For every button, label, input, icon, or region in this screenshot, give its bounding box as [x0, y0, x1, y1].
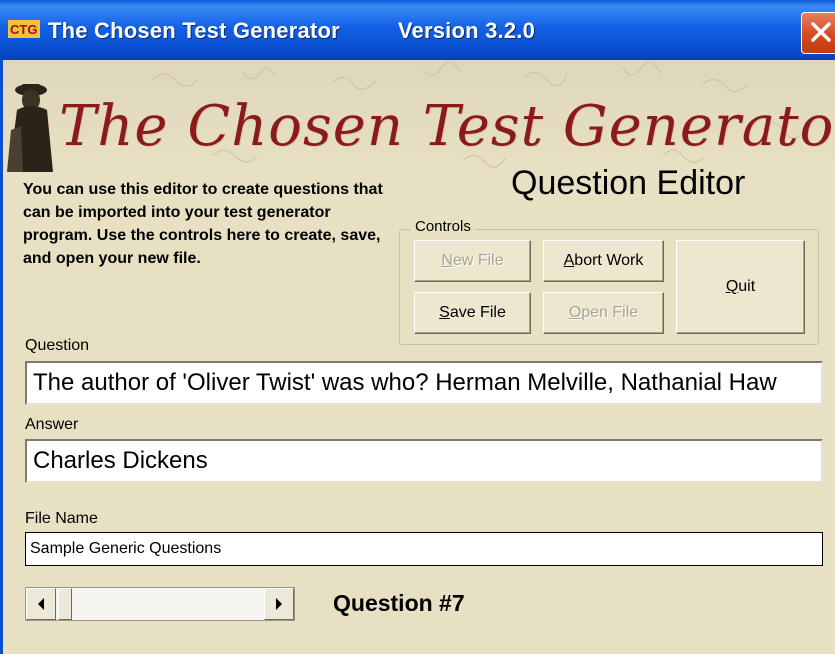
window-title-label: The Chosen Test Generator — [48, 18, 340, 43]
new-file-button[interactable]: New File — [414, 240, 531, 282]
scroll-thumb[interactable] — [58, 588, 72, 620]
close-icon — [811, 22, 831, 42]
abort-work-label-rest: bort Work — [574, 252, 644, 269]
controls-legend: Controls — [411, 218, 475, 235]
quit-label-rest: uit — [738, 278, 756, 295]
question-number: Question #7 — [333, 590, 465, 616]
save-file-label-rest: ave File — [449, 304, 506, 321]
quit-mnemonic: Q — [725, 278, 739, 295]
answer-input[interactable]: Charles Dickens — [25, 439, 823, 483]
question-scrollbar[interactable] — [25, 587, 295, 621]
abort-work-mnemonic: A — [563, 252, 575, 269]
editor-title: Question Editor — [511, 164, 746, 202]
quit-button[interactable]: Quit — [676, 240, 805, 334]
version-label: Version 3.2.0 — [397, 18, 535, 43]
client-area: The Chosen Test Generator You can use th… — [0, 60, 835, 654]
title-bar[interactable]: CTG The Chosen Test Generator Version 3.2… — [0, 0, 835, 60]
question-label: Question — [25, 337, 90, 354]
close-button[interactable] — [801, 12, 835, 54]
new-file-label-rest: ew File — [452, 252, 504, 269]
scroll-right-button[interactable] — [264, 588, 294, 620]
save-file-mnemonic: S — [439, 304, 450, 321]
app-window: CTG The Chosen Test Generator Version 3.2… — [0, 0, 835, 654]
open-file-mnemonic: O — [568, 304, 582, 321]
open-file-button[interactable]: Open File — [543, 292, 664, 334]
question-input[interactable]: The author of 'Oliver Twist' was who? He… — [25, 361, 823, 405]
app-icon: CTG — [8, 20, 40, 38]
arrow-left-icon — [38, 598, 44, 610]
banner: The Chosen Test Generator — [3, 60, 835, 172]
file-name-label: File Name — [25, 510, 98, 527]
scroll-left-button[interactable] — [26, 588, 56, 620]
window-title: The Chosen Test Generator Version 3.2.0 — [48, 18, 535, 44]
save-file-button[interactable]: Save File — [414, 292, 531, 334]
logo-text: The Chosen Test Generator — [59, 94, 835, 159]
file-name-input[interactable]: Sample Generic Questions — [25, 532, 823, 566]
arrow-right-icon — [276, 598, 282, 610]
svg-text:CTG: CTG — [10, 22, 37, 37]
abort-work-button[interactable]: Abort Work — [543, 240, 664, 282]
intro-text: You can use this editor to create questi… — [23, 181, 383, 267]
new-file-mnemonic: N — [441, 252, 453, 269]
answer-label: Answer — [25, 416, 79, 433]
open-file-label-rest: pen File — [581, 304, 639, 321]
